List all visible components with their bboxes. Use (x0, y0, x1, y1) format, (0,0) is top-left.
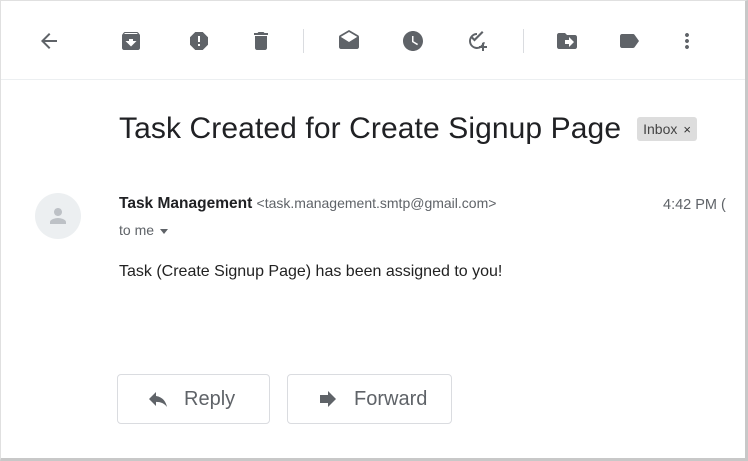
forward-label: Forward (354, 387, 428, 410)
chevron-down-icon (160, 228, 169, 234)
email-time: 4:42 PM ( (663, 197, 726, 213)
forward-button[interactable]: Forward (287, 374, 452, 424)
add-to-tasks-icon[interactable] (463, 27, 491, 55)
sender-line: Task Management <task.management.smtp@gm… (119, 195, 496, 213)
delete-icon[interactable] (247, 27, 275, 55)
toolbar-divider (523, 29, 524, 53)
reply-icon (149, 392, 167, 407)
more-vert-icon[interactable] (673, 27, 701, 55)
email-subject: Task Created for Create Signup Page (119, 112, 622, 145)
reply-button[interactable]: Reply (117, 374, 270, 424)
report-spam-icon[interactable] (185, 27, 213, 55)
reply-label: Reply (184, 387, 236, 410)
toolbar-divider (303, 29, 304, 53)
inbox-label-chip[interactable]: Inbox × (637, 117, 697, 141)
sender-email: <task.management.smtp@gmail.com> (256, 195, 497, 211)
recipient-details-toggle[interactable]: to me (119, 222, 169, 238)
mark-unread-icon[interactable] (335, 27, 363, 55)
move-to-icon[interactable] (553, 27, 581, 55)
person-icon (50, 208, 66, 224)
subject-row: Task Created for Create Signup Page Inbo… (119, 109, 697, 149)
email-toolbar (1, 1, 745, 80)
email-body: Task (Create Signup Page) has been assig… (119, 263, 503, 280)
back-arrow-icon[interactable] (35, 27, 63, 55)
archive-icon[interactable] (117, 27, 145, 55)
label-icon[interactable] (615, 27, 643, 55)
snooze-icon[interactable] (399, 27, 427, 55)
sender-avatar[interactable] (35, 193, 81, 239)
email-view: Task Created for Create Signup Page Inbo… (0, 0, 748, 461)
label-chip-text: Inbox (643, 121, 678, 137)
remove-label-icon[interactable]: × (683, 122, 691, 137)
sender-name[interactable]: Task Management (119, 195, 252, 212)
recipient-text: to me (119, 222, 155, 238)
forward-icon (320, 391, 336, 407)
